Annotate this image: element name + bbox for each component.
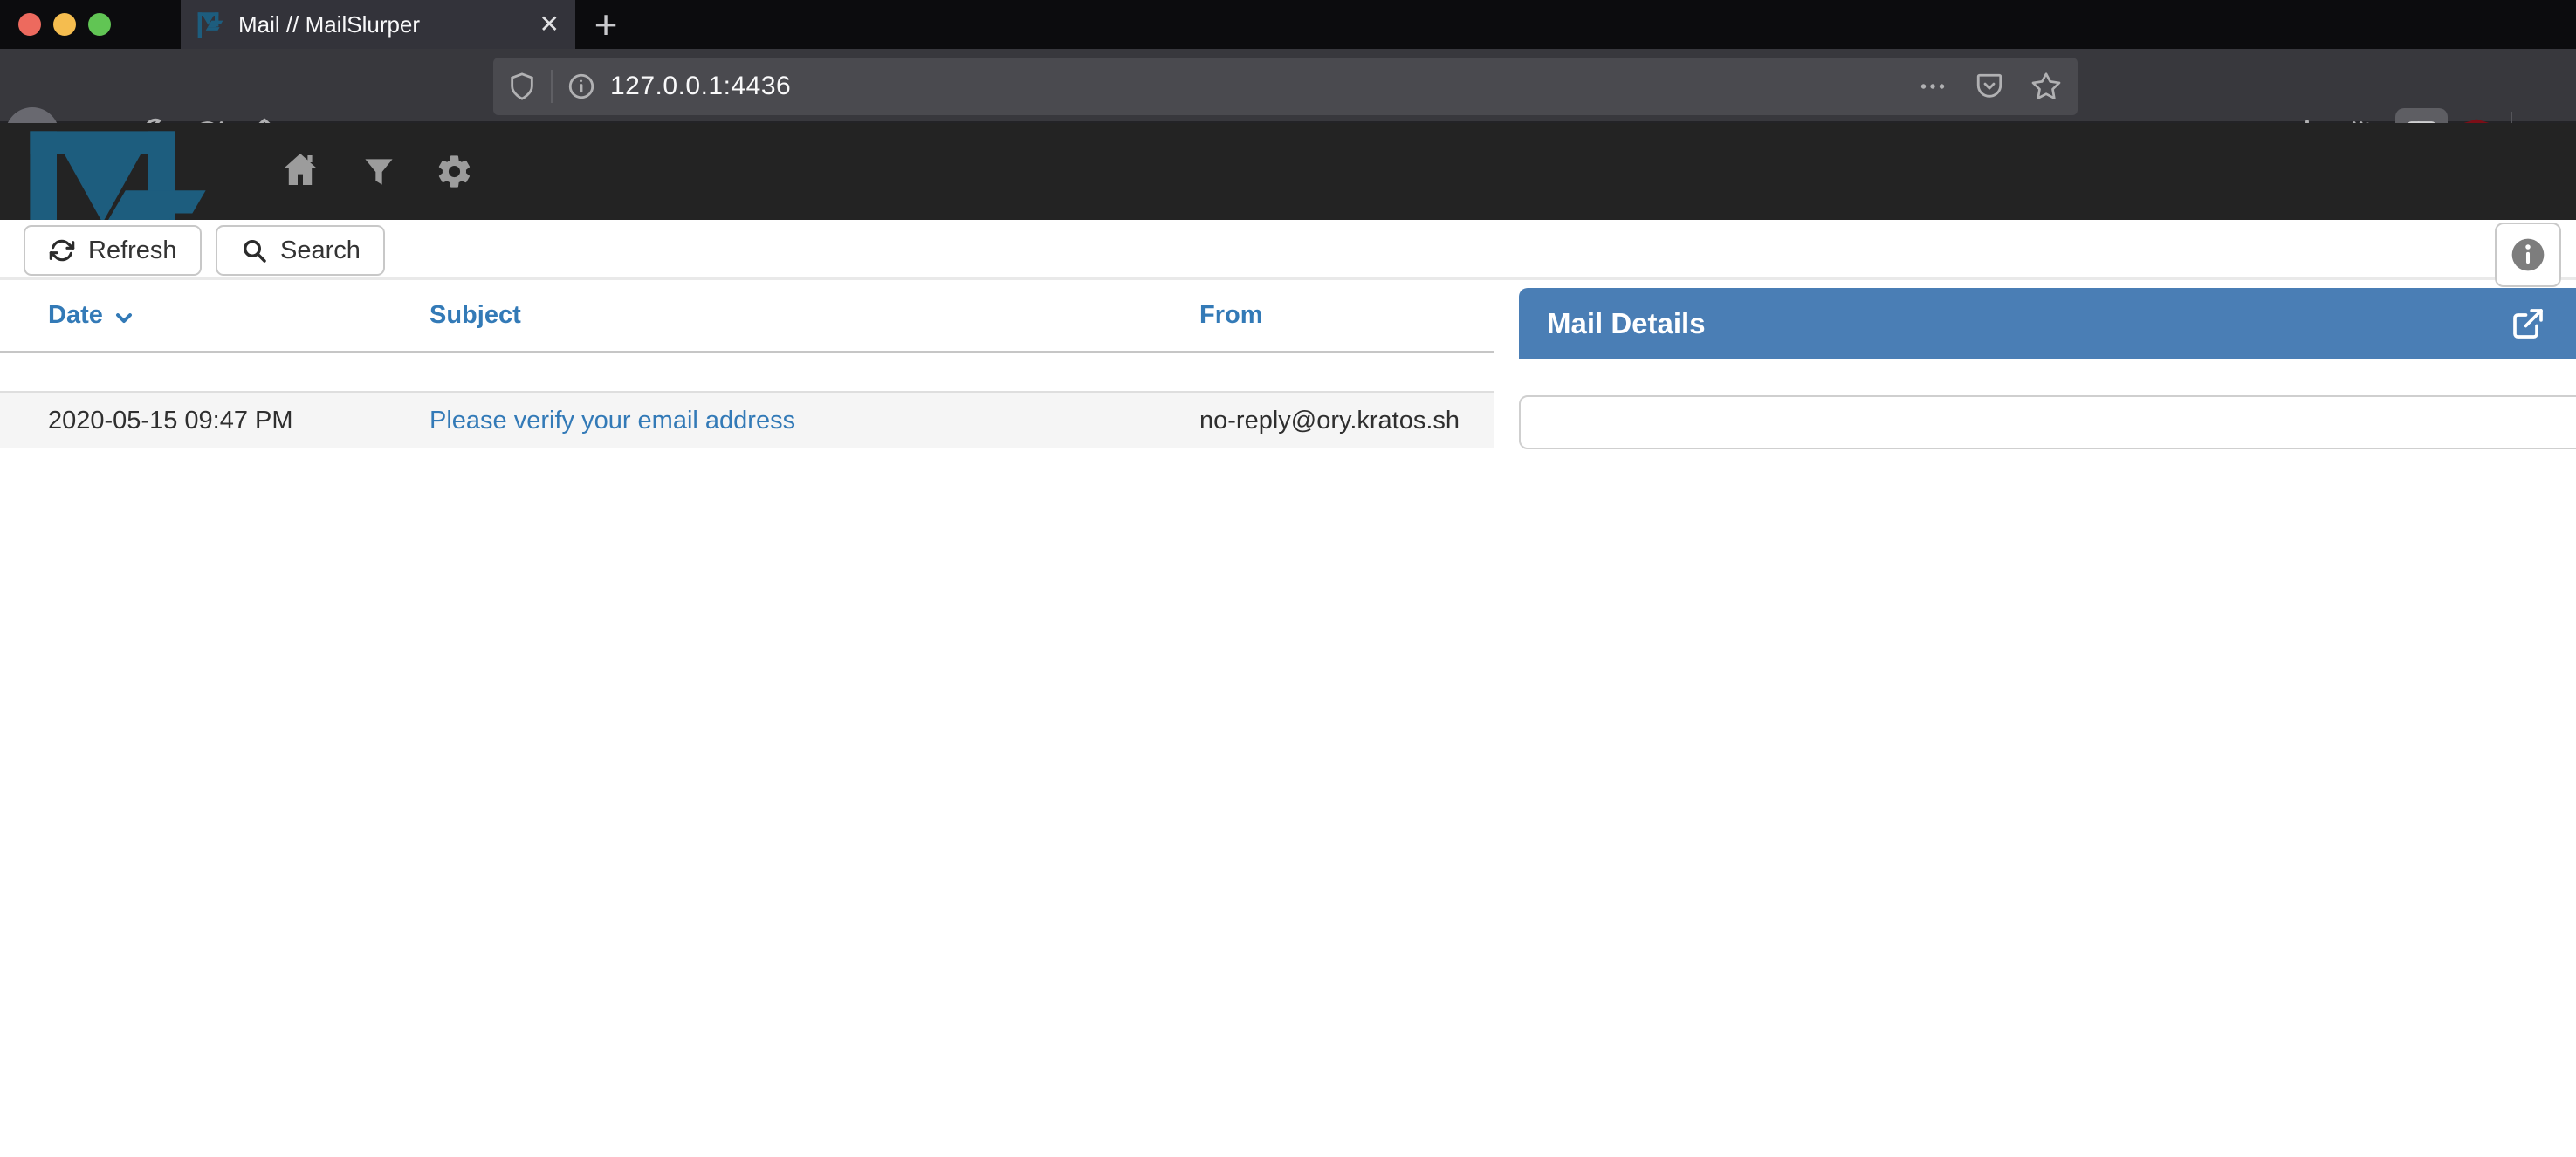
tab-close-icon[interactable]: ✕ [539,12,560,37]
mail-details-title: Mail Details [1547,307,1706,339]
open-in-new-window-button[interactable] [2511,306,2545,341]
tab-favicon-mailslurper-icon [196,11,224,38]
mail-date-cell: 2020-05-15 09:47 PM [0,407,429,435]
filter-funnel-icon [360,153,398,191]
refresh-arrows-icon [48,236,76,264]
mail-table-empty-row [0,353,1494,393]
mail-from-cell: no-reply@ory.kratos.sh [1199,407,1494,435]
mail-details-panel: Mail Details [1519,288,2576,449]
gear-icon [435,152,474,191]
info-button[interactable] [2495,222,2561,287]
sort-descending-chevron-down-icon [112,305,136,330]
window-minimize-button[interactable] [53,13,76,36]
refresh-button-label: Refresh [88,236,177,265]
browser-tab-bar: Mail // MailSlurper ✕ + [0,0,2576,49]
mail-table-row[interactable]: 2020-05-15 09:47 PM Please verify your e… [0,393,1494,448]
browser-nav-toolbar: 127.0.0.1:4436 [0,49,2576,123]
site-info-icon[interactable] [567,72,596,101]
urlbar-divider [551,70,553,103]
refresh-button[interactable]: Refresh [24,225,202,276]
mail-details-body [1519,395,2576,449]
page-actions-dots-icon[interactable] [1917,71,1948,102]
mailslurper-logo [22,127,214,220]
column-header-subject[interactable]: Subject [429,301,1199,330]
mail-subject-link[interactable]: Please verify your email address [429,407,795,435]
browser-tab-active[interactable]: Mail // MailSlurper ✕ [181,0,575,49]
bookmark-star-icon[interactable] [2030,71,2062,102]
search-button[interactable]: Search [216,225,385,276]
tab-title: Mail // MailSlurper [238,11,539,38]
window-close-button[interactable] [18,13,41,36]
mail-details-header: Mail Details [1519,288,2576,359]
app-button-toolbar: Refresh Search [0,220,2576,280]
search-button-label: Search [280,236,361,265]
tracking-protection-shield-icon[interactable] [507,72,537,101]
window-zoom-button[interactable] [88,13,111,36]
column-header-date[interactable]: Date [0,301,429,330]
app-filter-button[interactable] [360,153,402,195]
app-home-icon [279,149,321,191]
mail-table-header-row: Date Subject From [0,280,1494,353]
mail-table: Date Subject From 2020-05-15 09:47 PM Pl… [0,280,1494,448]
magnifier-icon [240,236,268,264]
new-tab-button[interactable]: + [580,0,632,49]
app-header [0,123,2576,220]
app-settings-button[interactable] [435,152,477,194]
url-text[interactable]: 127.0.0.1:4436 [610,72,791,101]
pocket-save-icon[interactable] [1975,72,2004,101]
info-filled-icon [2509,236,2547,274]
column-header-from[interactable]: From [1199,301,1494,330]
column-header-date-label: Date [48,301,103,330]
external-link-icon [2511,306,2545,341]
address-bar[interactable]: 127.0.0.1:4436 [493,58,2078,115]
app-home-button[interactable] [279,149,321,191]
